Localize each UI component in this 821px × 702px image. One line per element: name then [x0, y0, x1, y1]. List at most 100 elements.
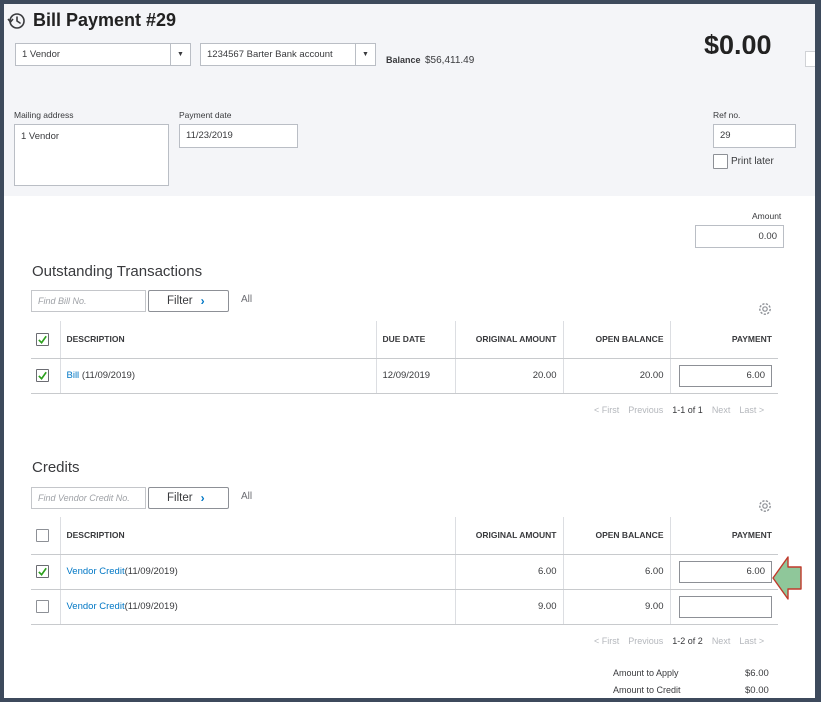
row-checkbox[interactable] [36, 565, 49, 578]
col-payment: PAYMENT [669, 321, 778, 359]
row-date: (11/09/2019) [81, 370, 135, 381]
pager-range: 1-1 of 1 [672, 405, 703, 415]
credits-all-label: All [241, 491, 253, 502]
payment-input[interactable] [679, 595, 772, 618]
select-all-checkbox[interactable] [36, 332, 49, 346]
row-open-balance: 6.00 [562, 554, 670, 590]
bank-account-select-value: 1234567 Barter Bank account [207, 49, 333, 60]
payment-input[interactable]: 6.00 [679, 364, 772, 387]
credits-filter-button[interactable]: Filter › [148, 487, 229, 509]
table-row: Vendor Credit(11/09/2019) 9.00 9.00 [31, 589, 778, 625]
ref-no-label: Ref no. [713, 110, 741, 120]
row-payment-cell [669, 589, 778, 625]
row-date: (11/09/2019) [124, 566, 178, 577]
table-header-row: DESCRIPTION DUE DATE ORIGINAL AMOUNT OPE… [31, 321, 778, 359]
row-original-amount: 9.00 [454, 589, 563, 625]
vendor-credit-link[interactable]: Vendor Credit [67, 601, 125, 612]
col-open-balance: OPEN BALANCE [562, 517, 670, 555]
col-original-amount: ORIGINAL AMOUNT [454, 321, 563, 359]
row-description: Vendor Credit(11/09/2019) [59, 554, 455, 590]
table-row: Bill (11/09/2019) 12/09/2019 20.00 20.00… [31, 358, 778, 394]
bank-account-select[interactable]: 1234567 Barter Bank account ▼ [200, 43, 376, 66]
payment-input[interactable]: 6.00 [679, 560, 772, 583]
chevron-right-icon: › [200, 294, 205, 308]
side-panel-tab[interactable] [805, 51, 815, 67]
chevron-down-icon[interactable]: ▼ [170, 44, 190, 65]
row-checkbox[interactable] [36, 600, 49, 613]
checkmark-icon [38, 567, 47, 576]
annotation-arrow-icon [772, 556, 802, 600]
pager-next[interactable]: Next [712, 405, 731, 415]
pager-next[interactable]: Next [712, 636, 731, 646]
gear-icon[interactable] [757, 498, 773, 514]
gear-icon[interactable] [757, 301, 773, 317]
pager-last[interactable]: Last > [739, 405, 764, 415]
history-clock-icon[interactable] [6, 11, 26, 31]
amount-to-apply-label: Amount to Apply [613, 668, 679, 678]
amount-input[interactable]: 0.00 [695, 225, 784, 248]
select-all-cell [31, 321, 60, 359]
page-title: Bill Payment #29 [33, 10, 177, 30]
col-payment: PAYMENT [669, 517, 778, 555]
pager-previous[interactable]: Previous [628, 636, 663, 646]
payee-select[interactable]: 1 Vendor ▼ [15, 43, 191, 66]
chevron-down-icon[interactable]: ▼ [355, 44, 375, 65]
amount-to-apply-value: $6.00 [745, 668, 769, 679]
mailing-address-textarea[interactable]: 1 Vendor [14, 124, 169, 186]
amount-label: Amount [752, 211, 782, 221]
row-select-cell [31, 589, 60, 625]
outstanding-all-label: All [241, 294, 253, 305]
row-original-amount: 20.00 [454, 358, 563, 394]
amount-to-credit-value: $0.00 [745, 685, 769, 696]
payee-select-value: 1 Vendor [22, 49, 61, 60]
filter-label: Filter [167, 492, 193, 504]
bill-link[interactable]: Bill [67, 370, 80, 381]
row-payment-cell: 6.00 [669, 554, 778, 590]
print-later-label: Print later [731, 156, 774, 167]
checkmark-icon [38, 335, 47, 344]
balance-value: $56,411.49 [424, 55, 475, 66]
checkmark-icon [38, 371, 47, 380]
row-date: (11/09/2019) [124, 601, 178, 612]
row-open-balance: 20.00 [562, 358, 670, 394]
row-select-cell [31, 554, 60, 590]
outstanding-table: DESCRIPTION DUE DATE ORIGINAL AMOUNT OPE… [31, 321, 778, 394]
credits-pager: < First Previous 1-2 of 2 Next Last > [594, 636, 764, 646]
amount-to-credit-label: Amount to Credit [613, 685, 681, 695]
vendor-credit-link[interactable]: Vendor Credit [67, 566, 125, 577]
bill-payment-form: Bill Payment #29 1 Vendor ▼ 1234567 Bart… [4, 4, 815, 698]
pager-range: 1-2 of 2 [672, 636, 703, 646]
table-row: Vendor Credit(11/09/2019) 6.00 6.00 6.00 [31, 554, 778, 590]
row-description: Vendor Credit(11/09/2019) [59, 589, 455, 625]
total-amount: $0.00 [704, 30, 772, 54]
row-payment-cell: 6.00 [669, 358, 778, 394]
find-vendor-credit-input[interactable]: Find Vendor Credit No. [31, 487, 146, 509]
select-all-cell [31, 517, 60, 555]
col-description: DESCRIPTION [59, 321, 376, 359]
chevron-right-icon: › [200, 491, 205, 505]
payment-date-label: Payment date [179, 110, 232, 120]
balance-display: Balance $56,411.49 [386, 50, 474, 68]
select-all-checkbox[interactable] [36, 528, 49, 542]
pager-previous[interactable]: Previous [628, 405, 663, 415]
print-later-checkbox[interactable] [713, 154, 728, 169]
pager-first[interactable]: < First [594, 405, 619, 415]
print-later-option[interactable]: Print later [713, 154, 774, 169]
ref-no-input[interactable]: 29 [713, 124, 796, 148]
credits-title: Credits [32, 459, 80, 476]
row-select-cell [31, 358, 60, 394]
pager-first[interactable]: < First [594, 636, 619, 646]
filter-label: Filter [167, 295, 193, 307]
mailing-address-label: Mailing address [14, 110, 74, 120]
col-open-balance: OPEN BALANCE [562, 321, 670, 359]
payment-date-input[interactable]: 11/23/2019 [179, 124, 298, 148]
outstanding-filter-button[interactable]: Filter › [148, 290, 229, 312]
pager-last[interactable]: Last > [739, 636, 764, 646]
col-due-date: DUE DATE [375, 321, 455, 359]
outstanding-transactions-title: Outstanding Transactions [32, 263, 203, 280]
row-checkbox[interactable] [36, 369, 49, 382]
find-bill-input[interactable]: Find Bill No. [31, 290, 146, 312]
row-description: Bill (11/09/2019) [59, 358, 376, 394]
row-original-amount: 6.00 [454, 554, 563, 590]
balance-label: Balance [386, 55, 421, 65]
